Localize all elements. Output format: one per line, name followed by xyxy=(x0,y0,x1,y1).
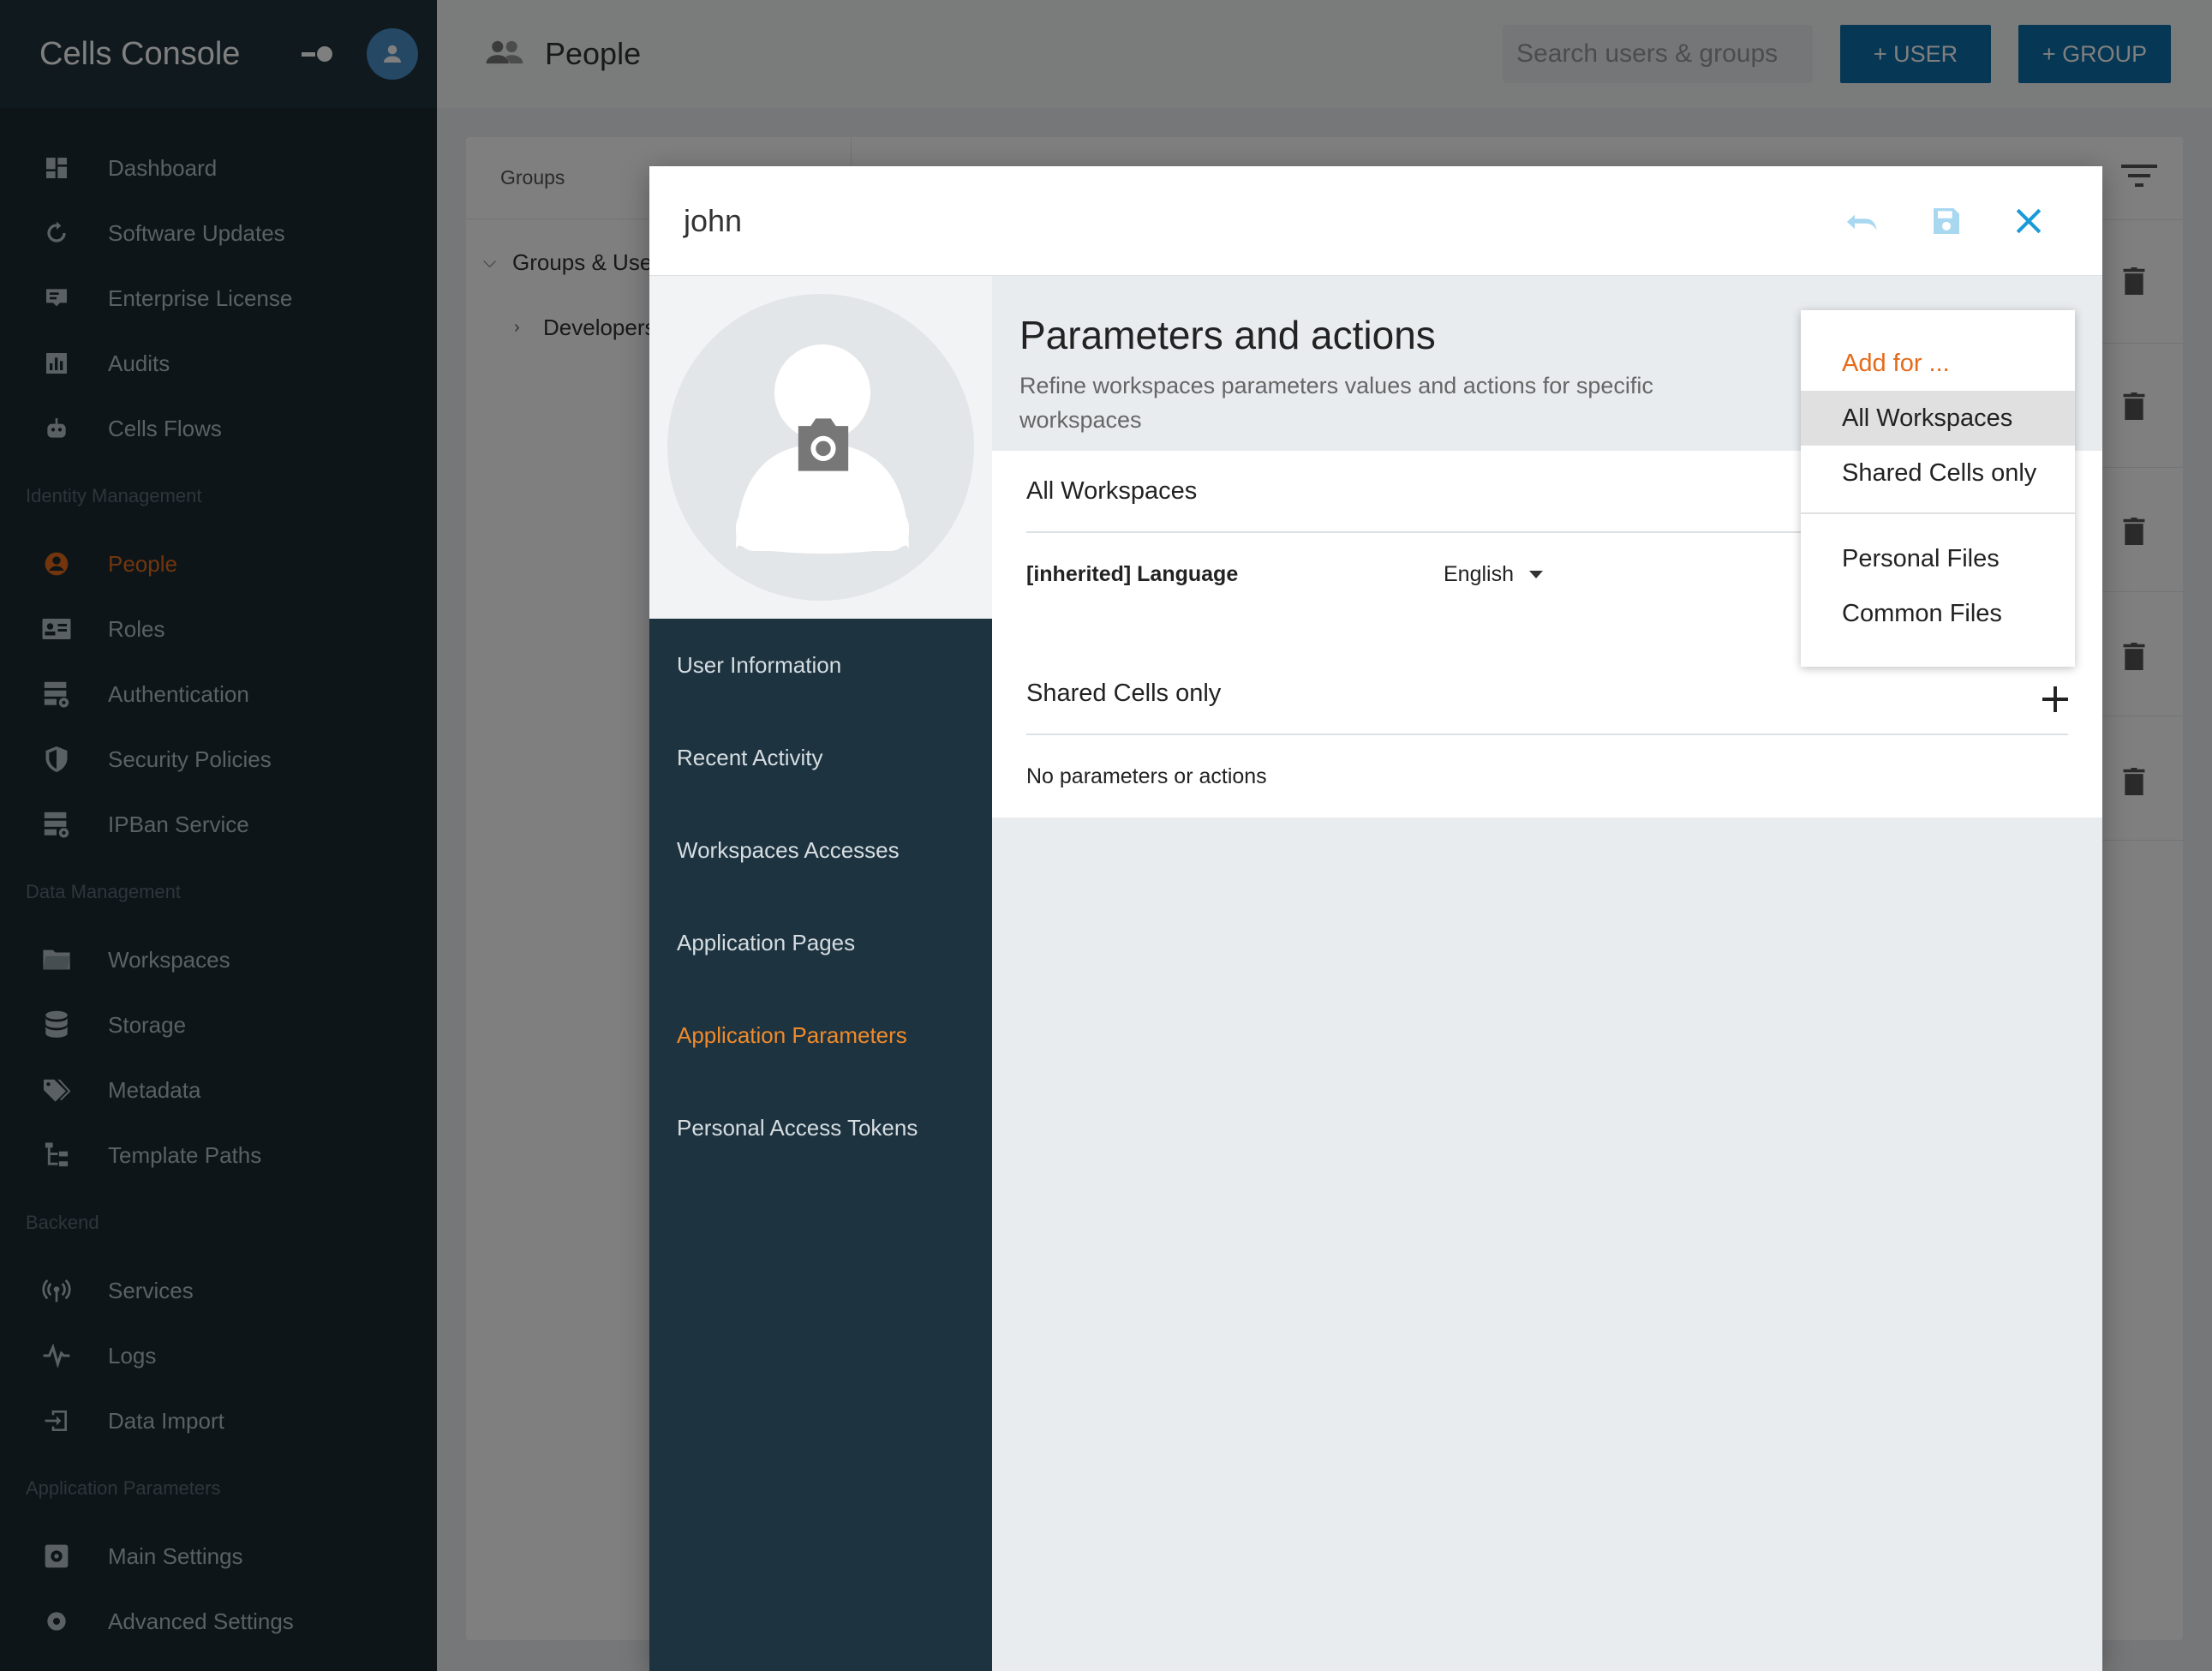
add-icon[interactable] xyxy=(2042,679,2068,718)
nav-application-pages[interactable]: Application Pages xyxy=(649,896,992,989)
menu-item-shared-cells-only[interactable]: Shared Cells only xyxy=(1801,446,2075,500)
add-for-menu: Add for ... All Workspaces Shared Cells … xyxy=(1801,310,2075,667)
nav-application-parameters[interactable]: Application Parameters xyxy=(649,989,992,1081)
modal-title: john xyxy=(684,202,743,238)
param-label: [inherited] Language xyxy=(1026,561,1239,586)
caret-down-icon xyxy=(1529,570,1543,578)
avatar-area xyxy=(649,276,992,619)
nav-personal-access-tokens[interactable]: Personal Access Tokens xyxy=(649,1081,992,1174)
menu-item-personal-files[interactable]: Personal Files xyxy=(1801,531,2075,586)
menu-item-common-files[interactable]: Common Files xyxy=(1801,586,2075,641)
menu-header: Add for ... xyxy=(1842,349,1950,377)
save-icon[interactable] xyxy=(1926,201,1967,242)
nav-recent-activity[interactable]: Recent Activity xyxy=(649,711,992,804)
modal-nav-pane: User Information Recent Activity Workspa… xyxy=(649,276,992,1671)
section-title: Shared Cells only xyxy=(1026,679,1222,707)
avatar[interactable] xyxy=(667,294,974,601)
language-select[interactable]: English xyxy=(1444,562,1543,587)
select-value: English xyxy=(1444,561,1514,586)
params-subtitle: Refine workspaces parameters values and … xyxy=(1019,373,1653,433)
camera-icon[interactable] xyxy=(793,418,853,476)
close-icon[interactable] xyxy=(2008,201,2049,242)
empty-note: No parameters or actions xyxy=(1026,764,1267,788)
modal-header: john xyxy=(649,166,2102,276)
menu-divider xyxy=(1801,512,2075,514)
section-title: All Workspaces xyxy=(1026,476,1198,505)
undo-icon[interactable] xyxy=(1844,201,1885,242)
nav-user-information[interactable]: User Information xyxy=(649,619,992,711)
menu-item-all-workspaces[interactable]: All Workspaces xyxy=(1801,391,2075,446)
nav-workspaces-accesses[interactable]: Workspaces Accesses xyxy=(649,804,992,896)
